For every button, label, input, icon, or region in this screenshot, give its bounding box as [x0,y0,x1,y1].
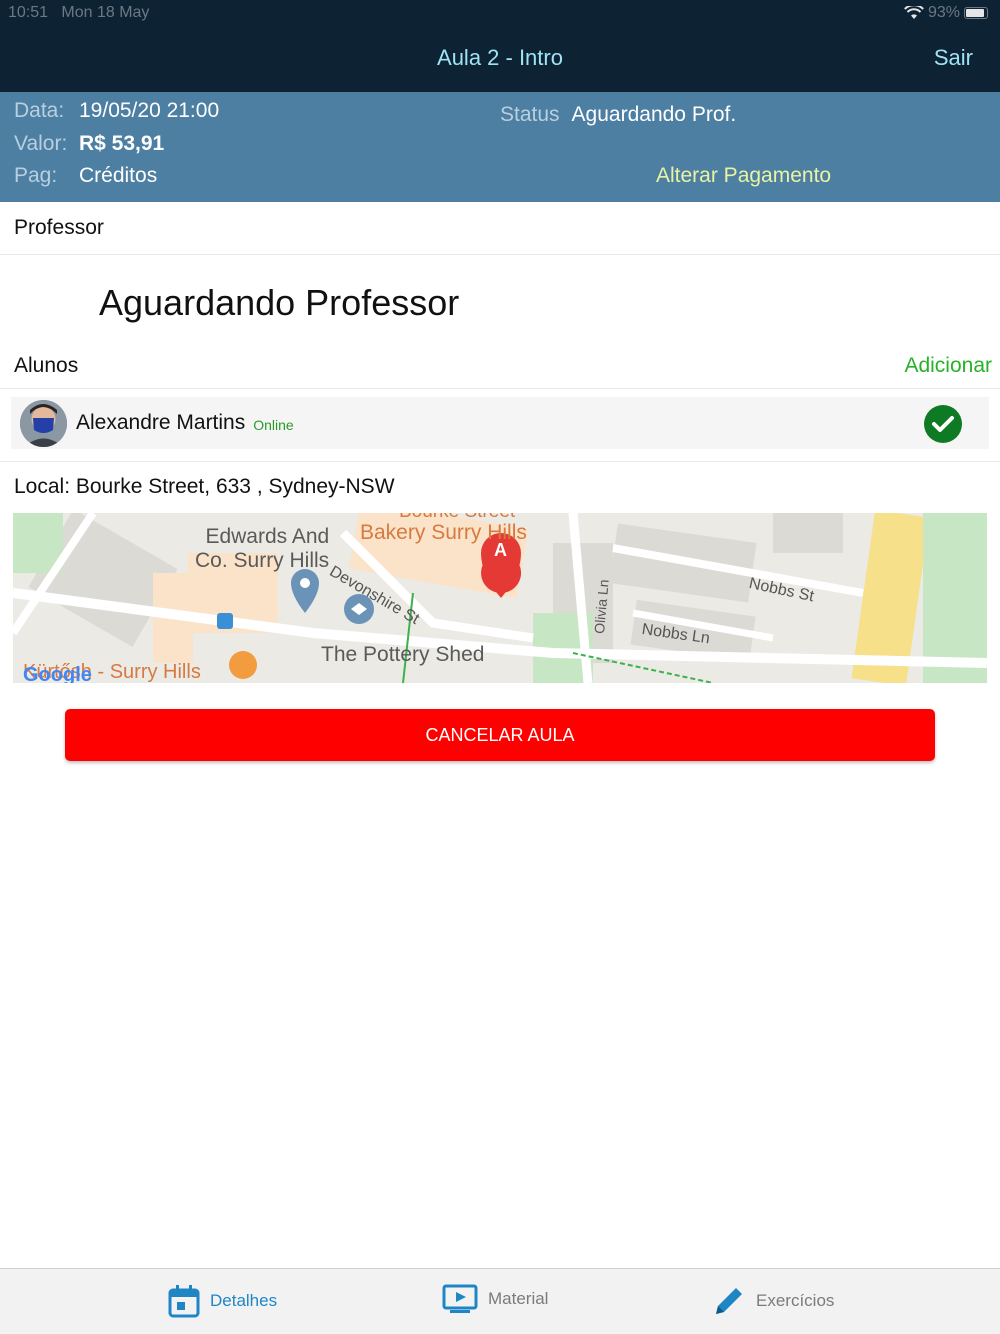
tab-material-label: Material [488,1289,549,1308]
status-bar-right: 93% [904,4,988,22]
battery-percent: 93% [927,4,960,21]
avatar [20,399,67,447]
adicionar-button[interactable]: Adicionar [904,354,992,378]
alterar-pagamento-link[interactable]: Alterar Pagamento [656,164,831,188]
alunos-section-label: Alunos [14,354,79,377]
map-label-edwards: Edwards And Co. Surry Hills [195,525,329,573]
professor-status-title: Aguardando Professor [99,282,460,323]
calendar-icon [168,1285,200,1318]
pag-label: Pag: [14,164,58,187]
check-icon [924,405,962,443]
video-icon [442,1284,478,1313]
tab-material[interactable]: Material [442,1284,548,1314]
map-marker-label: A [494,540,507,560]
status-block: Status Aguardando Prof. [500,103,736,127]
status-time: 10:51 [8,4,49,21]
top-bar: 10:51 Mon 18 May 93% Aula 2 - Intro Sair [0,0,1000,92]
tab-exercicios-label: Exercícios [756,1291,835,1310]
lesson-info-panel: Data: 19/05/20 21:00 Valor: R$ 53,91 Pag… [0,92,1000,202]
student-photo [20,399,67,447]
data-label: Data: [14,99,65,122]
tab-exercicios[interactable]: Exercícios [712,1284,834,1318]
map-label-edwards-line1: Edwards And [205,525,330,548]
local-address: Local: Bourke Street, 633 , Sydney-NSW [14,475,395,498]
battery-icon [964,7,988,19]
wifi-icon [904,6,924,19]
valor-row: Valor: R$ 53,91 [14,132,164,156]
data-row: Data: 19/05/20 21:00 [14,99,219,123]
valor-label: Valor: [14,132,68,155]
sair-button[interactable]: Sair [934,45,973,71]
tab-bar: Detalhes Material Exercícios [0,1268,1000,1334]
student-online-status: Online [253,417,294,433]
professor-section-label: Professor [14,216,104,239]
status-value: Aguardando Prof. [571,103,737,126]
tab-detalhes[interactable]: Detalhes [168,1284,277,1318]
divider [0,461,1000,462]
student-name: Alexandre Martins [76,411,246,434]
cancelar-aula-button[interactable]: CANCELAR AULA [65,709,935,761]
pencil-icon [716,1288,742,1314]
transit-icon [217,613,233,629]
location-map[interactable]: Edwards And Co. Surry Hills Bourke Stree… [13,513,987,683]
student-list-item[interactable]: Alexandre Martins Online [11,397,989,449]
page-title: Aula 2 - Intro [437,45,563,70]
divider [0,254,1000,255]
map-label-pottery: The Pottery Shed [321,643,485,666]
data-value: 19/05/20 21:00 [79,99,220,122]
status-label: Status [500,103,560,126]
status-bar-clock: 10:51 Mon 18 May [8,4,149,22]
pag-value: Créditos [79,164,158,187]
valor-value: R$ 53,91 [79,132,165,155]
status-date: Mon 18 May [61,4,150,21]
tab-detalhes-label: Detalhes [210,1291,278,1310]
pag-row: Pag: Créditos [14,164,157,188]
restaurant-icon [229,651,257,679]
divider [0,388,1000,389]
map-label-edwards-line2: Co. Surry Hills [195,549,330,572]
google-logo: Google [23,664,92,683]
